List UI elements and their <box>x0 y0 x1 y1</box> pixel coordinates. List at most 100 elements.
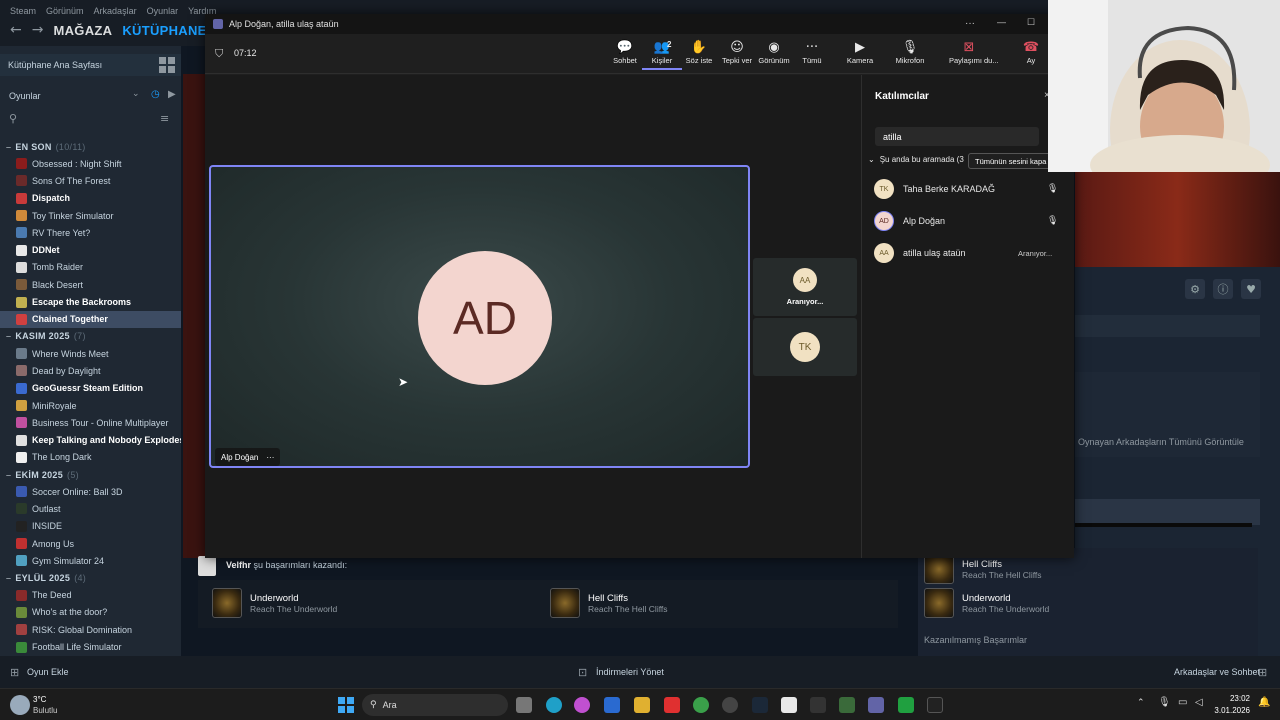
view-all-friends-link[interactable]: Oynayan Arkadaşların Tümünü Görüntüle <box>1078 437 1244 447</box>
friend-avatar[interactable] <box>198 556 216 576</box>
friend-name[interactable]: Velfhr <box>226 560 251 570</box>
app-icon[interactable] <box>927 697 943 713</box>
xbox-icon[interactable] <box>898 697 914 713</box>
network-icon[interactable]: ▭ <box>1178 697 1187 708</box>
game-list-item[interactable]: Where Winds Meet <box>0 345 181 362</box>
side-video-tile[interactable]: TK <box>753 318 857 376</box>
view-button[interactable]: ◉ Görünüm <box>754 40 794 65</box>
participant-row[interactable]: AA atilla ulaş ataün Aranıyor... <box>874 241 1074 265</box>
task-view-icon[interactable] <box>516 697 532 713</box>
menu-friends[interactable]: Arkadaşlar <box>94 6 137 16</box>
gear-icon[interactable]: ⚙ <box>1185 279 1205 299</box>
smile-button[interactable]: ☺ Tepki ver <box>717 40 757 65</box>
friends-chat-button[interactable]: Arkadaşlar ve Sohbet <box>1174 667 1260 677</box>
folder-icon[interactable] <box>634 697 650 713</box>
steam-icon[interactable] <box>752 697 768 713</box>
downloads-icon[interactable]: ⊡ <box>578 666 587 679</box>
clock-date[interactable]: 3.01.2026 <box>1210 706 1250 715</box>
wps-icon[interactable] <box>664 697 680 713</box>
game-list-item[interactable]: The Deed <box>0 587 181 604</box>
chevron-up-icon[interactable]: ⌃ <box>1137 698 1145 708</box>
more-button[interactable]: ··· Tümü <box>792 40 832 65</box>
game-list-item[interactable]: RV There Yet? <box>0 224 181 241</box>
share-stop-button[interactable]: ⊠ Paylaşımı du... <box>949 40 999 65</box>
game-list-item[interactable]: Gym Simulator 24 <box>0 552 181 569</box>
game-list-item[interactable]: Football Life Simulator <box>0 638 181 655</box>
game-list-item[interactable]: Outlast <box>0 500 181 517</box>
game-list-item[interactable]: Chained Together <box>0 310 181 328</box>
people-button[interactable]: 👥 Kişiler 2 <box>642 40 682 70</box>
maximize-icon[interactable]: ☐ <box>1027 17 1035 28</box>
game-list-item[interactable]: The Long Dark <box>0 449 181 466</box>
in-call-section-header[interactable]: ⌄ Şu anda bu aramada (3 <box>868 155 964 164</box>
menu-view[interactable]: Görünüm <box>46 6 84 16</box>
tab-store[interactable]: MAĞAZA <box>53 23 112 38</box>
more-options-icon[interactable]: ··· <box>266 453 274 462</box>
achievement-item[interactable]: Hell Cliffs Reach The Hell Cliffs <box>924 554 1042 584</box>
game-section-header[interactable]: – EYLÜL 2025 (4) <box>0 570 181 587</box>
mic-icon[interactable]: 🎙 <box>1047 184 1058 194</box>
filter-icon[interactable]: ≡ <box>160 112 169 125</box>
mic-button[interactable]: 🎙 Mikrofon <box>890 40 930 65</box>
camera-off-button[interactable]: ▶ Kamera <box>840 40 880 65</box>
game-list-item[interactable]: Keep Talking and Nobody Explodes <box>0 431 181 448</box>
chat-button[interactable]: 💬 Sohbet <box>605 40 645 65</box>
game-list-item[interactable]: Black Desert <box>0 276 181 293</box>
game-section-header[interactable]: – KASIM 2025 (7) <box>0 328 181 345</box>
search-input[interactable]: atilla <box>875 127 1039 146</box>
taskbar-search[interactable]: ⚲ Ara <box>362 694 508 716</box>
game-list-item[interactable]: Escape the Backrooms <box>0 293 181 310</box>
game-list-item[interactable]: RISK: Global Domination <box>0 621 181 638</box>
game-section-header[interactable]: – EN SON (10/11) <box>0 138 181 155</box>
notification-icon[interactable]: 🔔 <box>1258 697 1270 708</box>
game-list-item[interactable]: INSIDE <box>0 518 181 535</box>
side-video-tile[interactable]: AA Aranıyor... <box>753 258 857 316</box>
tab-library[interactable]: KÜTÜPHANE <box>122 23 206 38</box>
participant-row[interactable]: AD Alp Doğan 🎙 <box>874 209 1074 233</box>
add-icon[interactable]: ⊞ <box>10 666 19 679</box>
library-home-link[interactable]: Kütüphane Ana Sayfası <box>0 54 181 76</box>
epic-icon[interactable] <box>810 697 826 713</box>
mic-icon[interactable]: 🎙 <box>1047 216 1058 226</box>
grid-view-icon[interactable] <box>159 57 175 73</box>
windows-start-icon[interactable] <box>338 697 354 713</box>
games-filter-dropdown[interactable]: Oyunlar ⌄ ◷ ▶ <box>0 86 181 106</box>
main-video-tile[interactable]: AD Alp Doğan ··· <box>209 165 750 468</box>
mic-icon[interactable]: 🎙 <box>1158 697 1171 708</box>
play-circle-icon[interactable]: ▶ <box>168 89 176 100</box>
game-list-item[interactable]: Business Tour - Online Multiplayer <box>0 414 181 431</box>
nvidia-icon[interactable] <box>839 697 855 713</box>
game-list-item[interactable]: Soccer Online: Ball 3D <box>0 483 181 500</box>
info-icon[interactable]: ⓘ <box>1213 279 1233 299</box>
game-list-item[interactable]: Who's at the door? <box>0 604 181 621</box>
search-icon[interactable]: ⚲ <box>9 112 17 125</box>
game-list-item[interactable]: Toy Tinker Simulator <box>0 207 181 224</box>
participant-row[interactable]: TK Taha Berke KARADAĞ 🎙 <box>874 177 1074 201</box>
weather-icon[interactable] <box>10 695 30 715</box>
chrome-icon[interactable] <box>693 697 709 713</box>
game-list-item[interactable]: DDNet <box>0 241 181 258</box>
more-options-icon[interactable]: ··· <box>965 18 975 29</box>
achievement-item[interactable]: Hell Cliffs Reach The Hell Cliffs <box>550 588 668 618</box>
heart-icon[interactable]: ♥ <box>1241 279 1261 299</box>
clock-time[interactable]: 23:02 <box>1218 694 1250 703</box>
notepad-icon[interactable] <box>781 697 797 713</box>
game-section-header[interactable]: – EKİM 2025 (5) <box>0 466 181 483</box>
game-list-item[interactable]: Sons Of The Forest <box>0 172 181 189</box>
clock-icon[interactable]: ◷ <box>151 89 160 100</box>
store-icon[interactable] <box>604 697 620 713</box>
game-list-item[interactable]: MiniRoyale <box>0 397 181 414</box>
add-game-button[interactable]: Oyun Ekle <box>27 667 69 677</box>
copilot-icon[interactable] <box>574 697 590 713</box>
game-list-item[interactable]: Among Us <box>0 535 181 552</box>
menu-games[interactable]: Oyunlar <box>147 6 179 16</box>
game-list-item[interactable]: Obsessed : Night Shift <box>0 155 181 172</box>
game-list-item[interactable]: Dispatch <box>0 190 181 207</box>
leave-button[interactable]: ☎ Ay <box>1011 40 1051 65</box>
manage-downloads-button[interactable]: İndirmeleri Yönet <box>596 667 664 677</box>
game-list-item[interactable]: GeoGuessr Steam Edition <box>0 380 181 397</box>
game-list-item[interactable]: Tomb Raider <box>0 259 181 276</box>
game-list-item[interactable]: Dead by Daylight <box>0 362 181 379</box>
volume-icon[interactable]: ◁ <box>1195 697 1203 708</box>
achievement-item[interactable]: Underworld Reach The Underworld <box>924 588 1049 618</box>
